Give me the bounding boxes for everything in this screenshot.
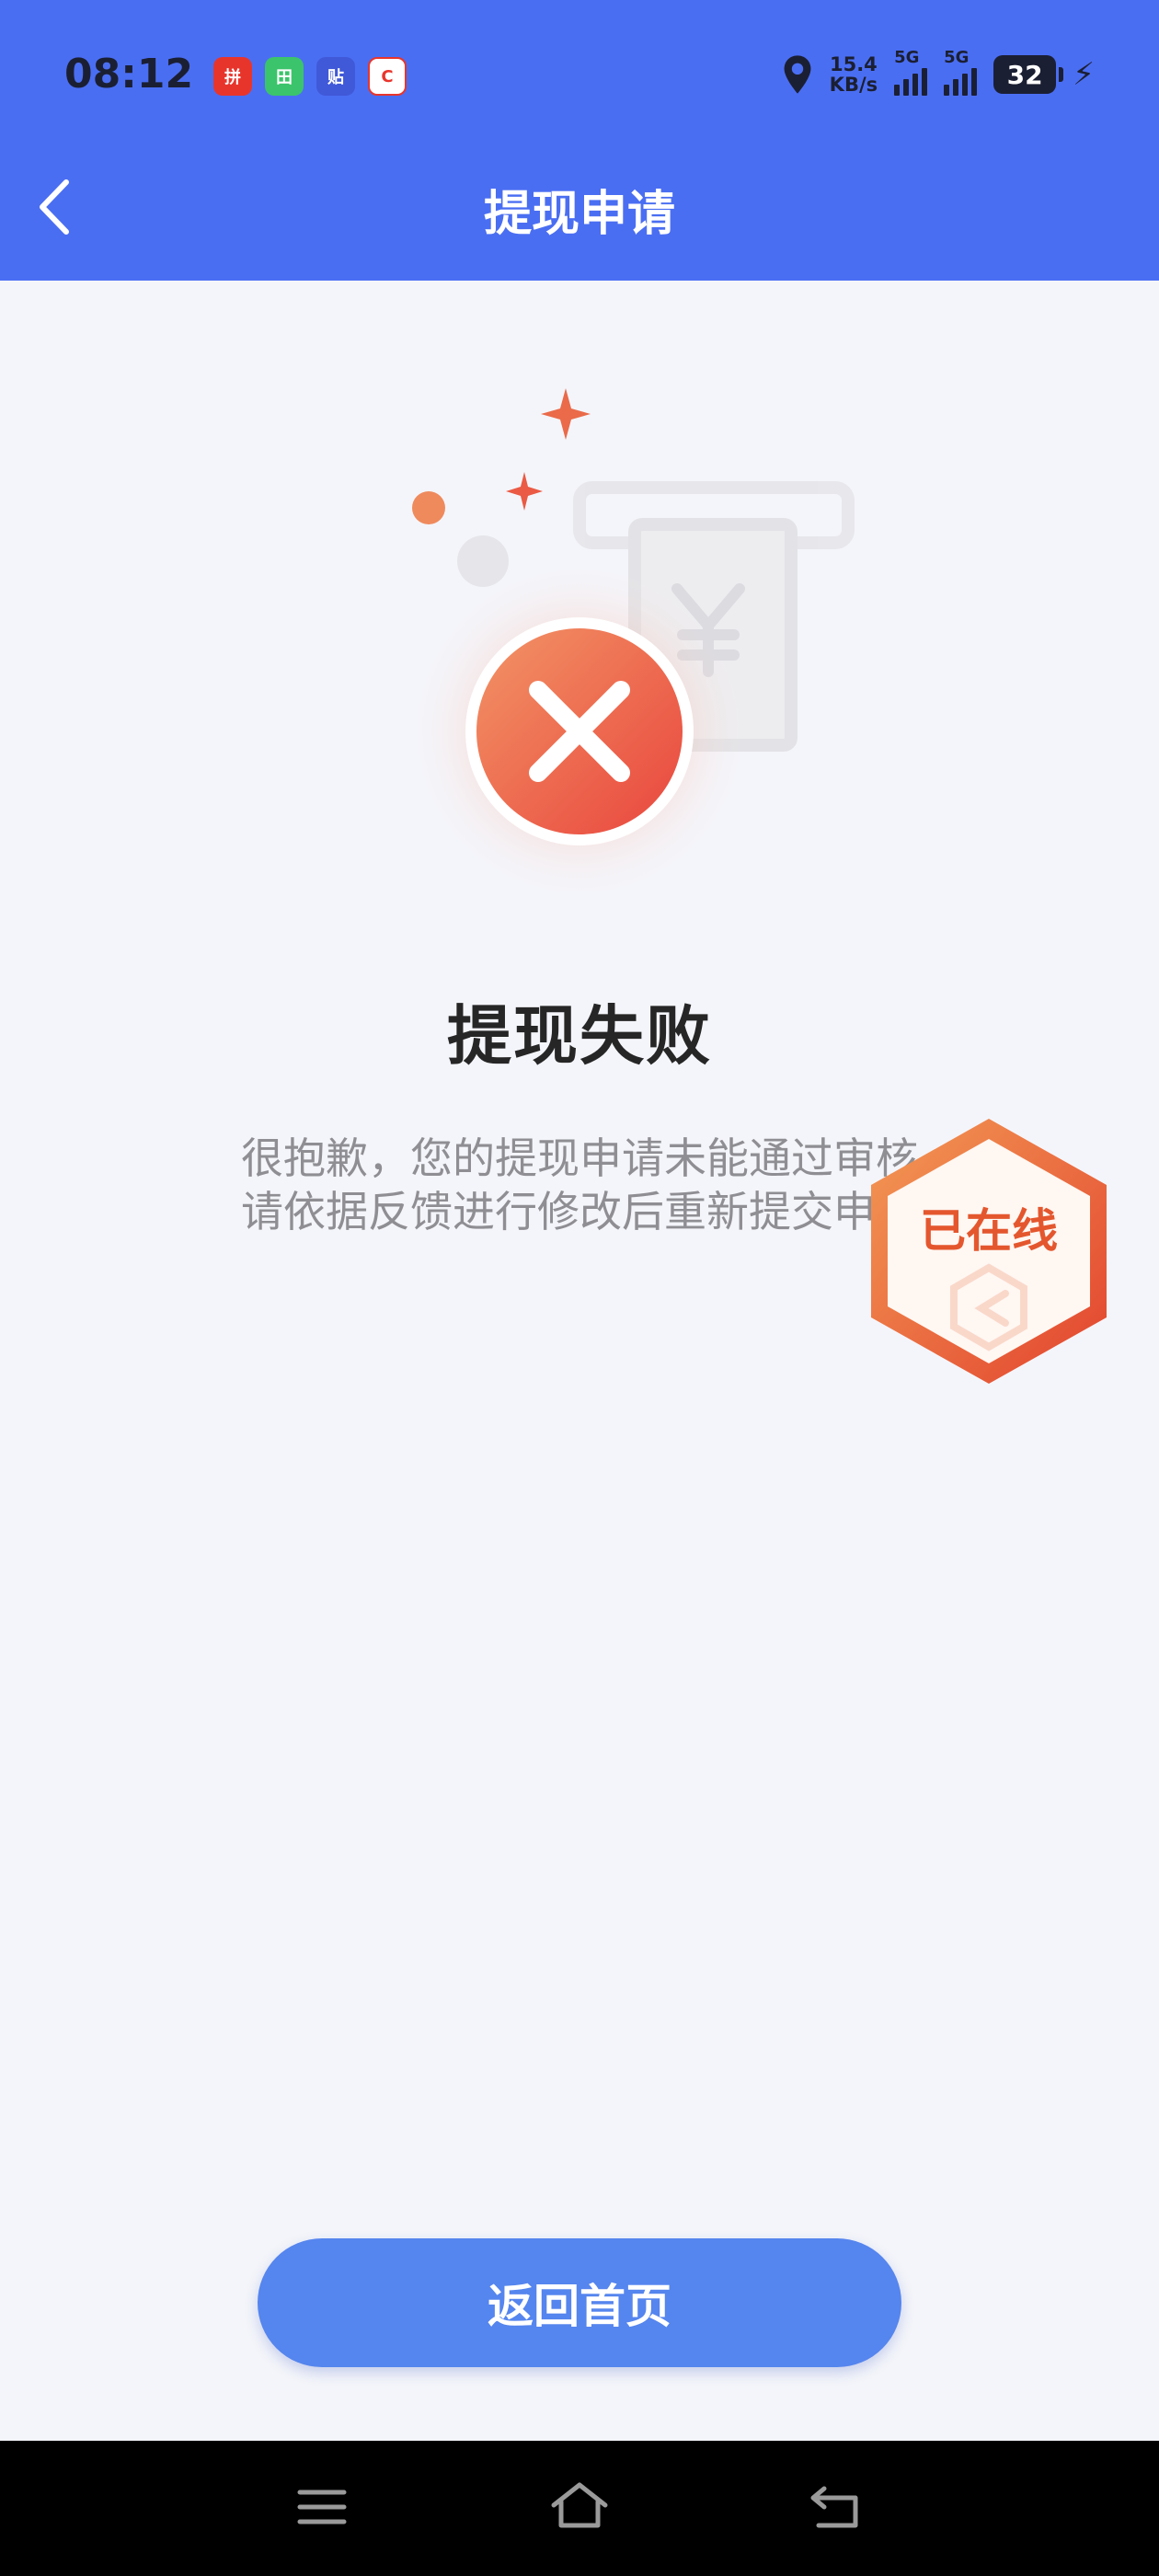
app-red-icon: C xyxy=(368,57,407,96)
sparkle-icon xyxy=(541,388,591,440)
system-nav-bar xyxy=(0,2441,1159,2576)
net-speed: 15.4 KB/s xyxy=(829,53,878,96)
signal-sim2-icon: 5G xyxy=(944,48,978,96)
charging-icon: ⚡ xyxy=(1073,56,1095,93)
home-icon[interactable] xyxy=(548,2478,611,2536)
error-x-icon xyxy=(465,617,694,845)
dot-decoration xyxy=(412,491,445,524)
notification-app-icons: 拼 田 贴 C xyxy=(213,57,407,96)
back-icon[interactable] xyxy=(806,2478,868,2536)
failure-illustration xyxy=(412,388,855,892)
sparkle-icon xyxy=(506,472,543,511)
tieba-icon: 贴 xyxy=(316,57,355,96)
signal-sim1-icon: 5G xyxy=(894,48,928,96)
status-indicators: 15.4 KB/s 5G 5G 32 ⚡ xyxy=(782,48,1095,96)
pinduoduo-icon: 拼 xyxy=(213,57,252,96)
app-green-icon: 田 xyxy=(265,57,304,96)
return-home-button[interactable]: 返回首页 xyxy=(258,2238,901,2367)
location-icon xyxy=(784,55,811,94)
battery-indicator: 32 xyxy=(993,55,1064,94)
result-title: 提现失败 xyxy=(447,998,712,1074)
dot-decoration xyxy=(457,535,509,587)
page-title: 提现申请 xyxy=(483,187,675,242)
status-time: 08:12 xyxy=(64,51,194,98)
menu-icon[interactable] xyxy=(293,2478,351,2536)
top-bar: 08:12 拼 田 贴 C 15.4 KB/s 5G 5G 32 ⚡ 提现申请 xyxy=(0,0,1159,281)
online-badge-label: 已在线 xyxy=(920,1204,1058,1258)
